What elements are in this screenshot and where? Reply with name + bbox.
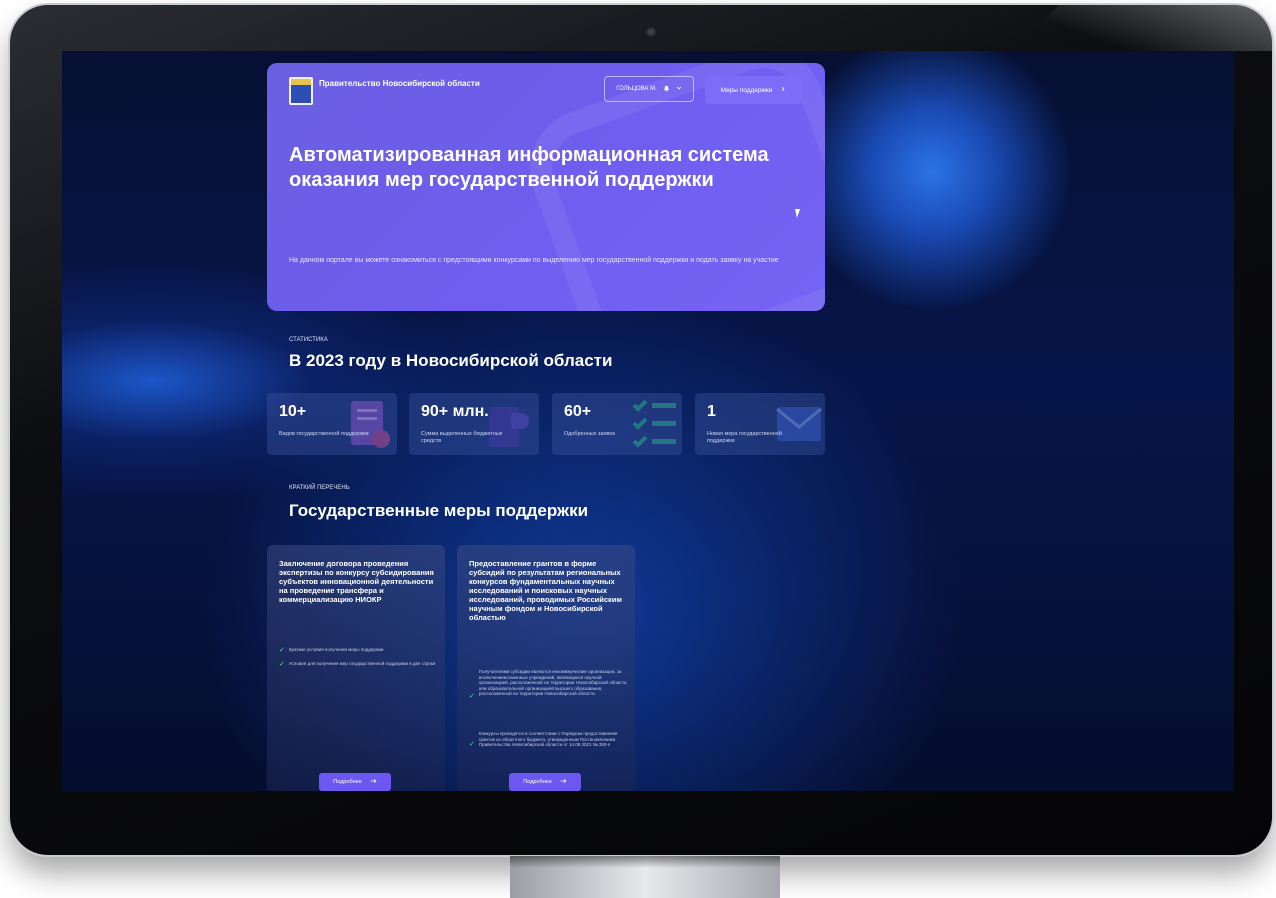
check-icon: ✓	[469, 741, 475, 748]
arrow-right-icon	[560, 778, 567, 786]
monitor-glare	[1012, 5, 1272, 51]
hero-description: На данном портале вы можете ознакомиться…	[289, 257, 779, 264]
card-title: Заключение договора проведения экспертиз…	[279, 559, 434, 604]
check-icon: ✓	[469, 693, 475, 700]
stat-value: 90+ млн.	[421, 403, 489, 420]
stat-card: 1 Новая мера государственной поддержки	[695, 393, 825, 455]
measures-button[interactable]: Меры поддержки	[705, 76, 802, 104]
card-details-button[interactable]: Подробнее	[319, 773, 391, 791]
condition-text: Получателями субсидии являются некоммерч…	[478, 669, 628, 696]
card-condition: ✓ Краткие условия получения меры поддерж…	[279, 647, 439, 654]
hero-title: Автоматизированная информационная систем…	[289, 144, 769, 191]
stat-label: Сумма выделенных бюджетных средств	[421, 431, 503, 444]
stat-label: Одобренных заявок	[564, 431, 615, 437]
card-condition: ✓ Условия для получения мер государствен…	[279, 661, 439, 668]
statistics-kicker: СТАТИСТИКА	[289, 337, 328, 343]
bell-icon[interactable]	[663, 85, 670, 94]
user-name: ГОЛЬЦОВА М.	[616, 86, 657, 92]
user-menu-button[interactable]: ГОЛЬЦОВА М.	[604, 76, 694, 102]
stat-value: 10+	[279, 403, 307, 420]
stand-shadow	[510, 856, 780, 868]
screen: Правительство Новосибирской области ГОЛЬ…	[62, 51, 1234, 791]
mail-icon	[776, 407, 822, 441]
details-label: Подробнее	[523, 779, 552, 785]
hero-banner: Правительство Новосибирской области ГОЛЬ…	[267, 63, 825, 311]
checklist-icon	[632, 399, 676, 448]
condition-text: Конкурсы проводятся в соответствии с Пор…	[478, 731, 618, 747]
card-condition: ✓ Конкурсы проводятся в соответствии с П…	[469, 731, 629, 748]
stat-value: 1	[707, 403, 716, 420]
chevron-down-icon	[676, 85, 682, 93]
stat-card: 60+ Одобренных заявок	[552, 393, 682, 455]
card-condition: ✓ Получателями субсидии являются некомме…	[469, 669, 629, 700]
condition-text: Краткие условия получения меры поддержки	[288, 647, 384, 652]
stat-card: 90+ млн. Сумма выделенных бюджетных сред…	[409, 393, 539, 455]
statistics-title: В 2023 году в Новосибирской области	[289, 351, 613, 370]
support-card[interactable]: Заключение договора проведения экспертиз…	[267, 545, 445, 791]
arrow-right-icon	[370, 778, 377, 786]
condition-text: Условия для получения мер государственно…	[288, 661, 436, 666]
card-title: Предоставление грантов в форме субсидий …	[469, 559, 622, 622]
check-icon: ✓	[279, 661, 285, 668]
budget-icon	[489, 407, 529, 447]
support-card[interactable]: Предоставление грантов в форме субсидий …	[457, 545, 635, 791]
details-label: Подробнее	[333, 779, 362, 785]
measures-button-label: Меры поддержки	[720, 86, 773, 94]
stat-card: 10+ Видов государственной поддержки	[267, 393, 397, 455]
org-name[interactable]: Правительство Новосибирской области	[319, 79, 509, 89]
card-details-button[interactable]: Подробнее	[509, 773, 581, 791]
document-icon	[351, 401, 390, 448]
camera-icon	[646, 27, 656, 37]
measures-title: Государственные меры поддержки	[289, 501, 589, 520]
stat-value: 60+	[564, 403, 592, 420]
coat-of-arms-icon[interactable]	[289, 77, 313, 105]
check-icon: ✓	[279, 647, 285, 654]
chevron-right-icon	[780, 86, 786, 94]
measures-kicker: КРАТКИЙ ПЕРЕЧЕНЬ	[289, 485, 350, 491]
stat-label: Новая мера государственной поддержки	[707, 431, 782, 444]
stat-label: Видов государственной поддержки	[279, 431, 369, 437]
